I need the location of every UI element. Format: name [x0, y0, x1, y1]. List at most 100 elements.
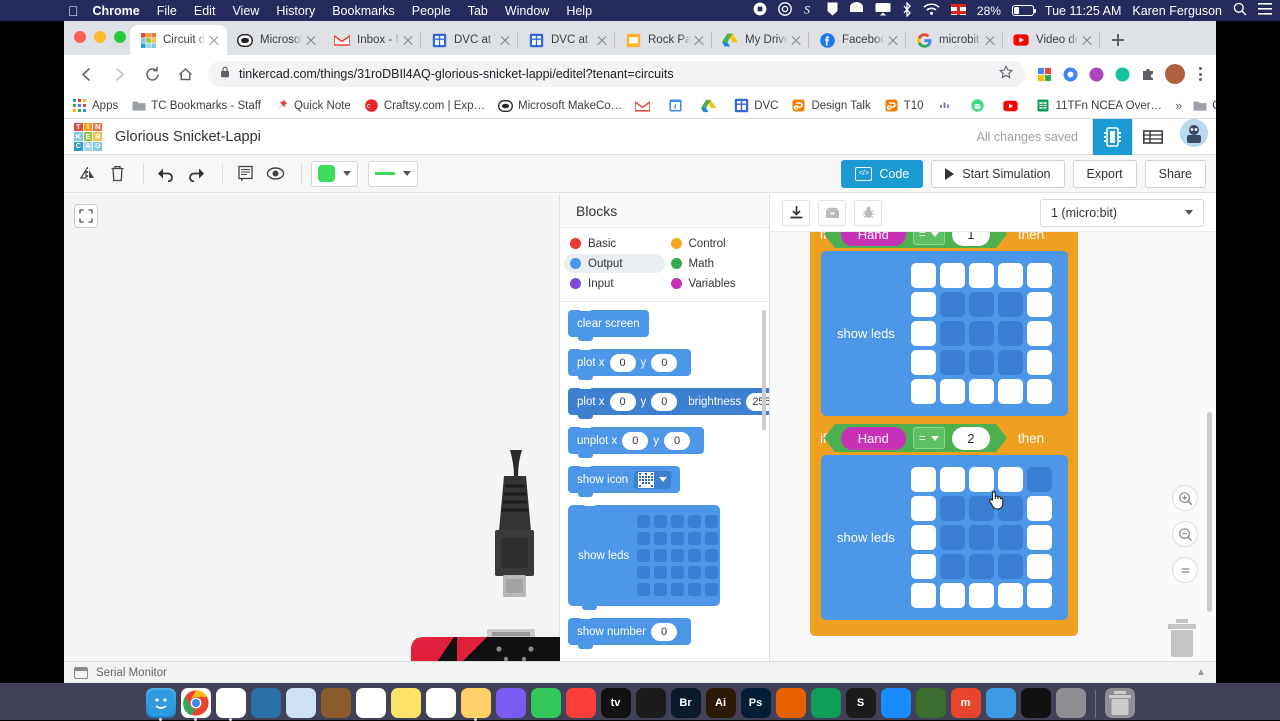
- led-cell[interactable]: [688, 566, 701, 579]
- led-cell-0-4[interactable]: [1027, 467, 1052, 492]
- led-cell-4-1[interactable]: [940, 379, 965, 404]
- menu-bar-user[interactable]: Karen Ferguson: [1132, 4, 1222, 18]
- browser-tab-7[interactable]: Facebook: [809, 25, 906, 55]
- led-cell[interactable]: [637, 515, 650, 528]
- led-cell[interactable]: [654, 515, 667, 528]
- menu-bar-clock[interactable]: Tue 11:25 AM: [1045, 4, 1121, 18]
- led-cell-1-1[interactable]: [940, 496, 965, 521]
- led-cell[interactable]: [654, 566, 667, 579]
- eye-icon[interactable]: [262, 161, 288, 187]
- led-cell-2-3[interactable]: [998, 525, 1023, 550]
- dock-app-trash[interactable]: [1105, 688, 1135, 718]
- dock-app-photos[interactable]: [461, 688, 491, 718]
- back-icon[interactable]: [72, 60, 100, 88]
- color-swatch-picker[interactable]: [311, 161, 358, 187]
- block-category-control[interactable]: Control: [665, 234, 766, 253]
- blocks-canvas[interactable]: ifHand=1thenshow ledsifHand=2thenshow le…: [770, 232, 1216, 683]
- chevron-down-icon[interactable]: [343, 171, 351, 176]
- block-show-leds[interactable]: show leds: [568, 505, 720, 606]
- bookmark-9[interactable]: Design Talk: [791, 98, 870, 113]
- dock-app-messenger[interactable]: [496, 688, 526, 718]
- browser-tab-8[interactable]: microbit ro: [906, 25, 1003, 55]
- led-cell-0-1[interactable]: [940, 263, 965, 288]
- led-cell-1-0[interactable]: [911, 292, 936, 317]
- dock-app-chrome[interactable]: [181, 688, 211, 718]
- browser-tab-9[interactable]: Video deta: [1003, 25, 1100, 55]
- led-cell-2-4[interactable]: [1027, 525, 1052, 550]
- dock-app-music[interactable]: [566, 688, 596, 718]
- fit-to-view-icon[interactable]: [74, 204, 98, 228]
- minimize-window-button[interactable]: [94, 31, 106, 43]
- canvas-scrollbar-vertical[interactable]: [1207, 412, 1212, 612]
- dock-app-finder2[interactable]: [986, 688, 1016, 718]
- led-cell-0-2[interactable]: [969, 263, 994, 288]
- close-tab-button[interactable]: [207, 33, 221, 47]
- close-tab-button[interactable]: [595, 33, 609, 47]
- dock-app-sound[interactable]: [1021, 688, 1051, 718]
- menu-people[interactable]: People: [412, 4, 451, 18]
- dock-app-notes[interactable]: [391, 688, 421, 718]
- circuit-canvas[interactable]: A B 0123VGND: [64, 194, 560, 683]
- led-cell-3-2[interactable]: [969, 350, 994, 375]
- comparison-value[interactable]: 2: [952, 427, 990, 450]
- dock-app-reminders[interactable]: [426, 688, 456, 718]
- plot-y-value[interactable]: 0: [651, 393, 677, 411]
- variable-pill[interactable]: Hand: [841, 232, 906, 246]
- palette-scrollbar[interactable]: [762, 310, 766, 430]
- redo-icon[interactable]: [183, 161, 209, 187]
- close-tab-button[interactable]: [498, 33, 512, 47]
- led-cell-0-3[interactable]: [998, 263, 1023, 288]
- led-cell-3-4[interactable]: [1027, 350, 1052, 375]
- color-icon[interactable]: [1087, 65, 1106, 84]
- led-cell[interactable]: [688, 583, 701, 596]
- bluetooth-icon[interactable]: [902, 2, 912, 20]
- profile-avatar[interactable]: [1165, 64, 1185, 84]
- led-cell[interactable]: [671, 549, 684, 562]
- zoom-out-icon[interactable]: [1172, 521, 1198, 547]
- close-tab-button[interactable]: [789, 33, 803, 47]
- close-tab-button[interactable]: [983, 33, 997, 47]
- dock-app-numbers[interactable]: [811, 688, 841, 718]
- control-center-icon[interactable]: [1258, 3, 1272, 18]
- comparison-value[interactable]: 1: [952, 232, 990, 246]
- dock-app-firefox[interactable]: [776, 688, 806, 718]
- block-plot-brightness[interactable]: plot x 0 y 0 brightness 255: [568, 388, 769, 415]
- led-cell[interactable]: [637, 549, 650, 562]
- led-cell[interactable]: [688, 532, 701, 545]
- bookmark-11[interactable]: [937, 98, 957, 113]
- search-icon[interactable]: [1233, 2, 1247, 19]
- led-cell-2-0[interactable]: [911, 321, 936, 346]
- unplot-y-value[interactable]: 0: [664, 432, 690, 450]
- chevron-down-icon[interactable]: [1185, 210, 1193, 215]
- block-plot-xy[interactable]: plot x 0 y 0: [568, 349, 691, 376]
- chrome-extension-icon[interactable]: [1061, 65, 1080, 84]
- browser-tab-0[interactable]: Circuit des: [130, 25, 227, 55]
- forward-icon[interactable]: [105, 60, 133, 88]
- dock-app-apple-tv[interactable]: tv: [601, 688, 631, 718]
- block-show-icon[interactable]: show icon: [568, 466, 680, 493]
- dock-app-photoshop[interactable]: Ps: [741, 688, 771, 718]
- dock-app-bridge[interactable]: Br: [671, 688, 701, 718]
- led-cell[interactable]: [705, 549, 718, 562]
- led-matrix[interactable]: [911, 467, 1052, 608]
- led-cell-0-3[interactable]: [998, 467, 1023, 492]
- close-tab-button[interactable]: [1080, 33, 1094, 47]
- usb-cable[interactable]: [492, 450, 537, 605]
- led-cell-2-2[interactable]: [969, 525, 994, 550]
- trash-icon[interactable]: [104, 161, 130, 187]
- menu-tab[interactable]: Tab: [468, 4, 488, 18]
- led-cell[interactable]: [705, 566, 718, 579]
- library-icon[interactable]: [818, 200, 846, 226]
- other-bookmarks-folder[interactable]: Other Bookmarks: [1192, 98, 1216, 113]
- creative-cloud-icon[interactable]: [778, 2, 792, 19]
- browser-tab-6[interactable]: My Drive -: [712, 25, 809, 55]
- dock-app-preview[interactable]: [286, 688, 316, 718]
- led-cell-4-2[interactable]: [969, 583, 994, 608]
- dock-app-vs-code[interactable]: [251, 688, 281, 718]
- bookmark-10[interactable]: T10: [884, 98, 924, 113]
- variable-pill[interactable]: Hand: [841, 427, 906, 450]
- star-icon[interactable]: [999, 65, 1013, 84]
- led-cell-0-1[interactable]: [940, 467, 965, 492]
- chevron-up-icon[interactable]: ▲: [1196, 667, 1206, 678]
- led-cell-0-4[interactable]: [1027, 263, 1052, 288]
